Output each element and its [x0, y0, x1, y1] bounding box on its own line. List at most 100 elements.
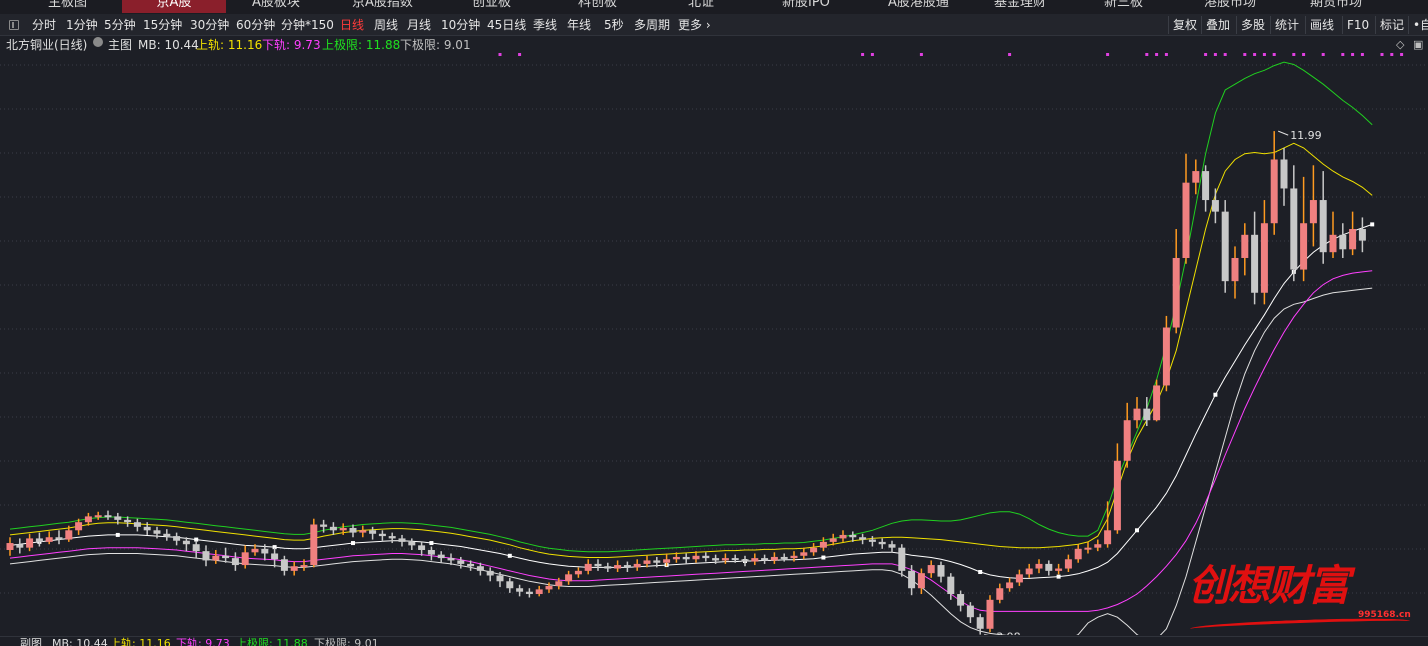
period-9[interactable]: 月线: [407, 17, 431, 33]
period-5[interactable]: 60分钟: [236, 17, 275, 33]
candle-up: [310, 524, 318, 566]
nav-tab-1[interactable]: 京A股: [122, 0, 226, 13]
candlestick-chart[interactable]: 11.99 3.98: [0, 53, 1428, 635]
diamond-icon[interactable]: ◇: [1396, 37, 1404, 53]
nav-tab-5[interactable]: 科创板: [578, 0, 617, 13]
candle-down: [427, 549, 435, 555]
candle-down: [1280, 159, 1288, 189]
tool-1[interactable]: 叠加: [1201, 16, 1234, 34]
period-1[interactable]: 1分钟: [66, 17, 98, 33]
nav-tab-9[interactable]: 基金理财: [994, 0, 1046, 13]
candle-up: [75, 522, 83, 531]
candle-down: [957, 594, 965, 606]
candle-up: [614, 565, 622, 569]
period-toolbar: 分时 1分钟 5分钟 15分钟 30分钟 60分钟 分钟*150 日线 周线 月线 10分钟 45日线…: [0, 14, 1428, 36]
candle-down: [143, 526, 151, 531]
sub-lower-value: 下轨: 9.73: [176, 637, 230, 646]
nav-tab-10[interactable]: 新三板: [1104, 0, 1143, 13]
candle-down: [741, 559, 749, 562]
brand-watermark: 创想财富 995168.cn: [1180, 552, 1420, 642]
candle-up: [1329, 234, 1337, 253]
nav-tab-2[interactable]: A股板块: [252, 0, 300, 13]
period-4[interactable]: 30分钟: [190, 17, 229, 33]
period-13[interactable]: 年线: [567, 17, 591, 33]
candle-down: [222, 555, 230, 559]
candle-down: [1143, 408, 1151, 421]
signal-dot: [1351, 53, 1355, 56]
tool-4[interactable]: 画线: [1305, 16, 1338, 34]
period-12[interactable]: 季线: [533, 17, 557, 33]
period-0[interactable]: 分时: [32, 17, 56, 33]
sub-chart-label[interactable]: 副图: [20, 637, 42, 646]
tool-5[interactable]: F10: [1342, 16, 1373, 34]
candle-up: [1162, 327, 1170, 386]
high-arrow: [1278, 130, 1289, 136]
period-16[interactable]: 更多 ›: [678, 17, 711, 33]
candle-down: [378, 533, 386, 537]
nav-tab-0[interactable]: 主板图: [48, 0, 87, 13]
period-2[interactable]: 5分钟: [104, 17, 136, 33]
nav-tab-4[interactable]: 创业板: [472, 0, 511, 13]
candle-up: [555, 581, 563, 586]
nav-tab-8[interactable]: A股港股通: [888, 0, 949, 13]
period-6[interactable]: 分钟*150: [281, 17, 334, 33]
nav-tab-3[interactable]: 京A股指数: [352, 0, 413, 13]
candle-down: [682, 556, 690, 560]
nav-tab-12[interactable]: 期货市场: [1310, 0, 1362, 13]
candle-down: [182, 540, 190, 545]
signal-dot: [1321, 53, 1325, 56]
signal-dot: [1164, 53, 1168, 56]
candle-up: [1074, 548, 1082, 560]
candle-down: [594, 563, 602, 567]
lower-value: 下轨: 9.73: [262, 38, 321, 52]
signal-dot: [1008, 53, 1012, 56]
signal-dot: [1400, 53, 1404, 56]
tool-0[interactable]: 复权: [1168, 16, 1201, 34]
candle-down: [104, 515, 112, 518]
candle-down: [898, 547, 906, 571]
candle-up: [94, 515, 102, 518]
candle-up: [1084, 547, 1092, 550]
settings-icon[interactable]: [93, 37, 103, 47]
window-icon[interactable]: ▣: [1413, 37, 1423, 53]
period-14[interactable]: 5秒: [604, 17, 624, 33]
candle-down: [476, 566, 484, 571]
stock-title: 北方铜业(日线): [6, 38, 88, 52]
nav-tab-11[interactable]: 港股市场: [1204, 0, 1256, 13]
candle-up: [819, 541, 827, 548]
main-chart-label[interactable]: 主图: [108, 37, 132, 53]
candle-up: [829, 538, 837, 542]
period-3[interactable]: 15分钟: [143, 17, 182, 33]
period-7[interactable]: 日线: [340, 17, 364, 33]
tool-2[interactable]: 多股: [1236, 16, 1269, 34]
candle-down: [437, 554, 445, 559]
candle-up: [545, 585, 553, 590]
candle-down: [702, 555, 710, 559]
signal-dot: [518, 53, 522, 56]
candle-up: [251, 548, 259, 553]
candle-up: [290, 566, 298, 571]
candle-up: [1104, 530, 1112, 545]
sidebar-toggle-icon[interactable]: [9, 20, 19, 30]
signal-dot: [1390, 53, 1394, 56]
nav-tab-7[interactable]: 新股IPO: [782, 0, 830, 13]
signal-dot: [919, 53, 923, 56]
tool-3[interactable]: 统计: [1270, 16, 1303, 34]
period-11[interactable]: 45日线: [487, 17, 526, 33]
period-10[interactable]: 10分钟: [441, 17, 480, 33]
period-15[interactable]: 多周期: [634, 17, 670, 33]
signal-dot: [861, 53, 865, 56]
signal-dot: [1204, 53, 1208, 56]
signal-dot: [1243, 53, 1247, 56]
nav-tab-6[interactable]: 北证: [688, 0, 714, 13]
candle-up: [1055, 568, 1063, 571]
candle-up: [839, 534, 847, 539]
main-indicator-line: 北方铜业(日线) 主图 MB: 10.44 上轨: 11.16 下轨: 9.73…: [0, 37, 1428, 53]
tool-7[interactable]: •自: [1408, 16, 1428, 34]
mb-marker: [1056, 574, 1061, 579]
candle-up: [643, 560, 651, 564]
tool-6[interactable]: 标记: [1375, 16, 1408, 34]
period-8[interactable]: 周线: [374, 17, 398, 33]
candle-up: [1349, 229, 1357, 250]
candle-down: [192, 544, 200, 552]
